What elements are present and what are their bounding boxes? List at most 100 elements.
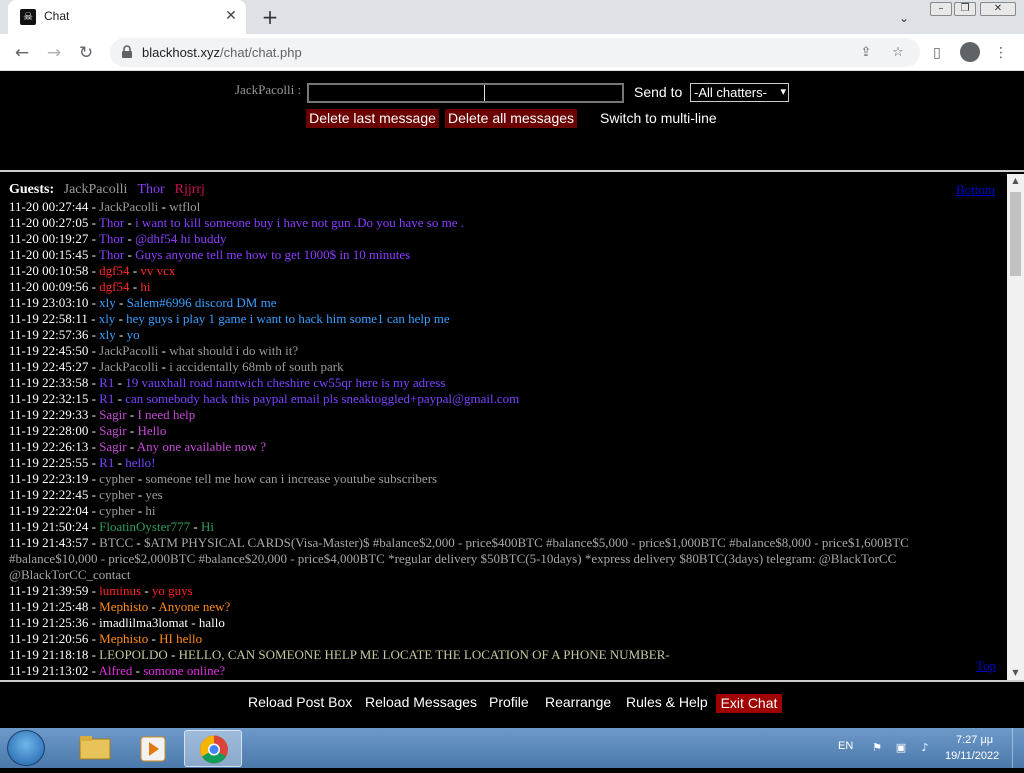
close-icon[interactable]: ✕ bbox=[222, 7, 240, 25]
message-author[interactable]: R1 bbox=[99, 455, 114, 470]
message-row: 11-19 21:25:36 - imadlilma3lomat - hallo bbox=[9, 615, 225, 630]
guest-name[interactable]: Thor bbox=[137, 182, 164, 197]
url-host: blackhost.xyz bbox=[142, 45, 221, 60]
message-author[interactable]: JackPacolli bbox=[99, 359, 158, 374]
nickname-suffix: : bbox=[294, 82, 302, 97]
message-row: 11-19 22:29:33 - Sagir - I need help bbox=[9, 407, 196, 422]
message-author[interactable]: dgf54 bbox=[99, 279, 129, 294]
message-author[interactable]: Mephisto bbox=[99, 599, 148, 614]
message-timestamp: 11-19 22:28:00 bbox=[9, 423, 89, 438]
delete-last-message-button[interactable]: Delete last message bbox=[306, 109, 439, 128]
message-author[interactable]: xly bbox=[99, 311, 116, 326]
message-timestamp: 11-19 22:45:27 bbox=[9, 359, 89, 374]
profile-avatar-icon[interactable] bbox=[960, 42, 980, 62]
message-row: 11-19 22:32:15 - R1 - can somebody hack … bbox=[9, 391, 520, 406]
message-timestamp: 11-19 21:39:59 bbox=[9, 583, 89, 598]
message-author[interactable]: cypher bbox=[99, 487, 134, 502]
send-to-select[interactable]: -All chatters- ▾ bbox=[690, 83, 789, 102]
message-author[interactable]: xly bbox=[99, 327, 116, 342]
forward-arrow-icon[interactable]: → bbox=[41, 40, 67, 66]
minimize-button[interactable]: – bbox=[930, 2, 952, 16]
volume-icon[interactable]: ♪ bbox=[918, 741, 932, 755]
message-row: 11-19 22:28:00 - Sagir - Hello bbox=[9, 423, 167, 438]
message-author[interactable]: Thor bbox=[99, 215, 124, 230]
kebab-menu-icon[interactable]: ⋮ bbox=[990, 42, 1012, 64]
message-author[interactable]: imadlilma3lomat bbox=[99, 615, 188, 630]
message-author[interactable]: LEOPOLDO bbox=[99, 647, 168, 662]
profile-link[interactable]: Profile bbox=[489, 694, 529, 710]
reload-messages-link[interactable]: Reload Messages bbox=[365, 694, 477, 710]
message-author[interactable]: BTCC bbox=[99, 535, 133, 550]
nickname-label: JackPacolli : bbox=[235, 82, 301, 98]
message-author[interactable]: dgf54 bbox=[99, 263, 129, 278]
windows-start-icon[interactable] bbox=[7, 730, 45, 766]
top-link[interactable]: Top bbox=[976, 658, 996, 674]
reload-icon[interactable]: ↻ bbox=[73, 40, 99, 66]
message-author[interactable]: JackPacolli bbox=[99, 343, 158, 358]
message-author[interactable]: Sagir bbox=[99, 439, 126, 454]
message-row: 11-19 22:33:58 - R1 - 19 vauxhall road n… bbox=[9, 375, 446, 390]
message-text: hallo bbox=[198, 615, 225, 630]
message-author[interactable]: R1 bbox=[99, 391, 114, 406]
guest-name[interactable]: JackPacolli bbox=[64, 182, 128, 197]
message-author[interactable]: luminus bbox=[99, 583, 141, 598]
side-panel-icon[interactable]: ▯ bbox=[926, 42, 948, 64]
send-to-label: Send to bbox=[634, 84, 683, 100]
share-icon[interactable]: ⇪ bbox=[856, 43, 876, 63]
file-explorer-icon[interactable] bbox=[66, 730, 124, 767]
message-author[interactable]: cypher bbox=[99, 503, 134, 518]
message-author[interactable]: Sagir bbox=[99, 423, 126, 438]
message-author[interactable]: R1 bbox=[99, 375, 114, 390]
media-player-icon[interactable] bbox=[124, 730, 182, 767]
message-timestamp: 11-19 21:13:02 bbox=[9, 663, 89, 678]
new-tab-button[interactable]: + bbox=[258, 5, 282, 29]
message-author[interactable]: cypher bbox=[99, 471, 134, 486]
language-indicator[interactable]: EN bbox=[838, 740, 853, 752]
exit-chat-button[interactable]: Exit Chat bbox=[716, 694, 782, 713]
chevron-down-icon[interactable]: ⌄ bbox=[894, 8, 914, 28]
guest-name[interactable]: Rjjrrj bbox=[175, 182, 205, 197]
tab-title: Chat bbox=[44, 9, 70, 23]
scroll-down-arrow-icon[interactable]: ▼ bbox=[1007, 666, 1024, 680]
scrollbar-thumb[interactable] bbox=[1010, 192, 1021, 276]
back-arrow-icon[interactable]: ← bbox=[9, 40, 35, 66]
show-desktop-button[interactable] bbox=[1012, 728, 1024, 768]
address-bar[interactable]: blackhost.xyz/chat/chat.php ⇪ ☆ bbox=[110, 38, 920, 67]
switch-multiline-button[interactable]: Switch to multi-line bbox=[600, 110, 717, 126]
message-author[interactable]: Sagir bbox=[99, 407, 126, 422]
message-text: wtflol bbox=[169, 199, 201, 214]
message-author[interactable]: Mephisto bbox=[99, 631, 148, 646]
message-text: yo bbox=[126, 327, 140, 342]
bottom-link[interactable]: Bottom bbox=[956, 182, 995, 198]
message-timestamp: 11-19 22:26:13 bbox=[9, 439, 89, 454]
clock-time[interactable]: 7:27 μμ bbox=[956, 734, 993, 746]
message-timestamp: 11-19 22:33:58 bbox=[9, 375, 89, 390]
message-text: yes bbox=[145, 487, 163, 502]
delete-all-messages-button[interactable]: Delete all messages bbox=[445, 109, 577, 128]
message-timestamp: 11-19 22:58:11 bbox=[9, 311, 88, 326]
message-author[interactable]: JackPacolli bbox=[99, 199, 158, 214]
message-input[interactable] bbox=[307, 83, 624, 103]
message-row: 11-19 21:13:02 - Alfred - somone online? bbox=[9, 663, 226, 678]
message-author[interactable]: Alfred bbox=[98, 663, 132, 678]
browser-tab[interactable]: ☠ Chat ✕ bbox=[8, 0, 246, 34]
clock-date[interactable]: 19/11/2022 bbox=[945, 750, 999, 762]
scrollbar[interactable]: ▲ ▼ bbox=[1007, 174, 1024, 680]
restore-button[interactable]: ❐ bbox=[954, 2, 976, 16]
message-author[interactable]: FloatinOyster777 bbox=[99, 519, 190, 534]
window-close-button[interactable]: ✕ bbox=[980, 2, 1016, 16]
message-row: 11-20 00:15:45 - Thor - Guys anyone tell… bbox=[9, 247, 411, 262]
message-author[interactable]: Thor bbox=[99, 247, 124, 262]
message-author[interactable]: Thor bbox=[99, 231, 124, 246]
network-error-icon[interactable]: ▣ bbox=[894, 741, 908, 755]
star-icon[interactable]: ☆ bbox=[888, 43, 908, 63]
message-row: 11-19 21:43:57 - BTCC - $ATM PHYSICAL CA… bbox=[9, 535, 909, 582]
action-center-icon[interactable]: ⚑ bbox=[870, 741, 884, 755]
rearrange-link[interactable]: Rearrange bbox=[545, 694, 611, 710]
reload-post-box-link[interactable]: Reload Post Box bbox=[248, 694, 352, 710]
chrome-icon[interactable] bbox=[184, 730, 242, 767]
message-row: 11-20 00:10:58 - dgf54 - vv vcx bbox=[9, 263, 176, 278]
message-author[interactable]: xly bbox=[99, 295, 116, 310]
rules-help-link[interactable]: Rules & Help bbox=[626, 694, 708, 710]
scroll-up-arrow-icon[interactable]: ▲ bbox=[1007, 174, 1024, 188]
